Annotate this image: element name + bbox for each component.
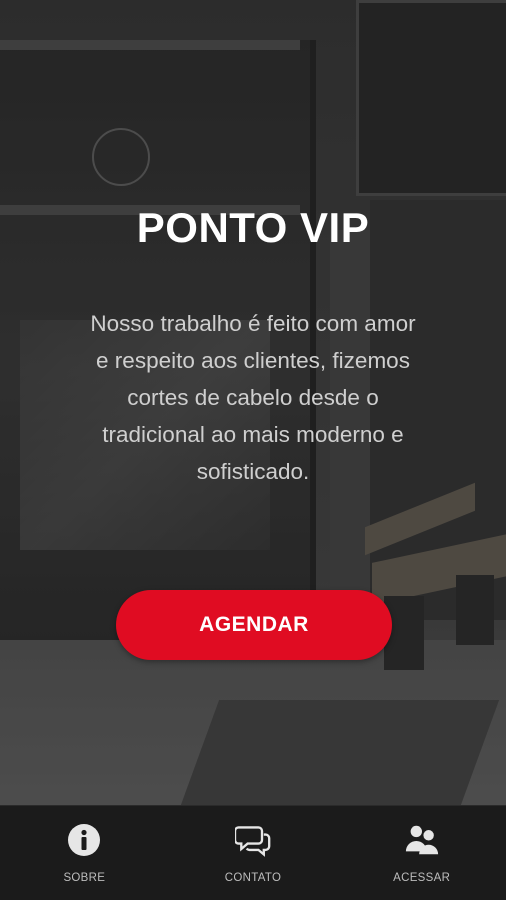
- nav-label-acessar: ACESSAR: [393, 872, 451, 884]
- nav-item-acessar[interactable]: ACESSAR: [337, 806, 506, 900]
- users-icon: [404, 822, 440, 858]
- page-title: PONTO VIP: [136, 204, 370, 251]
- nav-label-contato: CONTATO: [224, 872, 282, 884]
- app-screen: PONTO VIP Nosso trabalho é feito com amo…: [0, 0, 506, 900]
- nav-item-contato[interactable]: CONTATO: [169, 806, 338, 900]
- description-text: Nosso trabalho é feito com amor e respei…: [90, 311, 416, 484]
- bottom-nav: SOBRE CONTATO ACESSAR: [0, 805, 506, 900]
- info-icon: [66, 822, 102, 858]
- chat-bubbles-icon: [235, 822, 271, 858]
- nav-label-sobre: SOBRE: [63, 872, 106, 884]
- agendar-button[interactable]: AGENDAR: [116, 590, 392, 660]
- nav-item-sobre[interactable]: SOBRE: [0, 806, 169, 900]
